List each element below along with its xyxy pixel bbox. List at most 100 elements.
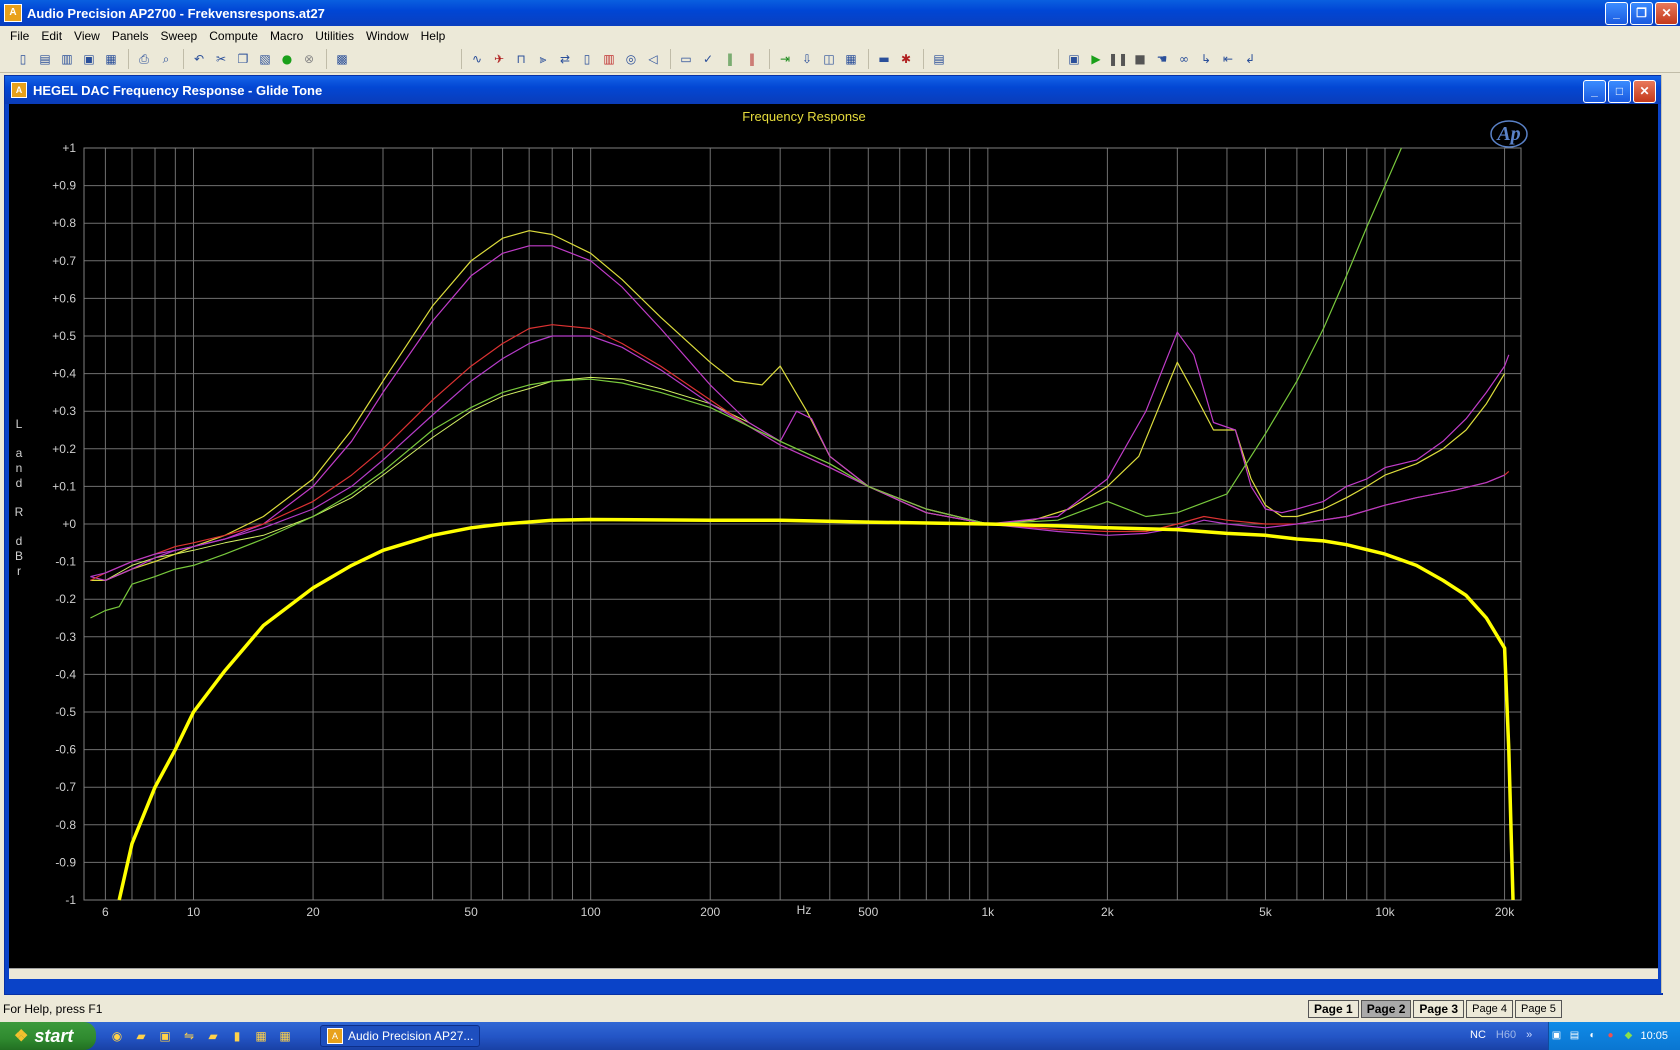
panel-icon[interactable]: ‖ [721,50,739,68]
h60-indicator[interactable]: H60 [1496,1029,1516,1041]
menu-help[interactable]: Help [415,29,452,43]
main-vertical-scrollbar[interactable] [1661,75,1680,993]
minimize-button[interactable]: _ [1605,2,1628,25]
windows-logo-icon: ❖ [14,1028,29,1045]
y-tick-label: +0 [62,517,76,531]
chart-icon[interactable]: ◫ [820,50,838,68]
filter-icon[interactable]: ⫸ [534,50,552,68]
menu-edit[interactable]: Edit [35,29,68,43]
x-tick-label: 50 [464,905,478,919]
glasses-icon[interactable]: ∞ [1175,50,1193,68]
menu-view[interactable]: View [68,29,106,43]
y-tick-label: -0.9 [55,855,76,869]
import-icon[interactable]: ⇥ [776,50,794,68]
print-preview-icon[interactable]: ⌕ [157,50,175,68]
page-5-tab[interactable]: Page 5 [1514,1000,1562,1018]
x-tick-label: 500 [858,905,878,919]
horizontal-scrollbar[interactable] [9,968,1658,979]
volume-tray-icon[interactable]: ◐ [1586,1030,1598,1042]
graph-minimize-button[interactable]: _ [1583,80,1606,103]
analyzer-icon[interactable]: ✈ [490,50,508,68]
undo-icon[interactable]: ↶ [190,50,208,68]
taskbar-item-audio-precision[interactable]: A Audio Precision AP27... [320,1025,480,1047]
signal-icon[interactable]: ✱ [897,50,915,68]
record-icon[interactable]: ⇤ [1219,50,1237,68]
bargraph-icon[interactable]: ▥ [600,50,618,68]
print-icon[interactable]: ⎙ [135,50,153,68]
expand-tray-icon[interactable]: » [1526,1029,1532,1041]
play-icon[interactable]: ▶ [1087,50,1105,68]
paste-icon[interactable]: ▧ [256,50,274,68]
restore-button[interactable]: ❐ [1630,2,1653,25]
y-tick-label: -0.7 [55,780,76,794]
sweep-icon[interactable]: ⇄ [556,50,574,68]
menu-panels[interactable]: Panels [106,29,155,43]
open-icon[interactable]: ▤ [36,50,54,68]
audio-precision-icon[interactable]: ▣ [156,1027,174,1045]
chart-x-axis-label: Hz [797,903,812,917]
network-icon[interactable]: ⇋ [180,1027,198,1045]
graph-window-icon[interactable]: A [11,82,27,98]
settling-icon[interactable]: ▯ [578,50,596,68]
clock[interactable]: 10:05 [1640,1030,1668,1042]
security-tray-icon[interactable]: ● [1604,1030,1616,1042]
stop-icon[interactable]: ⊗ [300,50,318,68]
notes-icon[interactable]: ▤ [930,50,948,68]
step-icon[interactable]: ↳ [1197,50,1215,68]
nvidia-tray-icon[interactable]: ◆ [1622,1030,1634,1042]
go-icon[interactable]: ● [278,50,296,68]
save-icon[interactable]: ▣ [80,50,98,68]
menu-file[interactable]: File [4,29,35,43]
menu-macro[interactable]: Macro [264,29,309,43]
pause-icon[interactable]: ❚❚ [1108,50,1128,68]
speaker-icon[interactable]: ◁ [644,50,662,68]
folder-icon[interactable]: ▰ [132,1027,150,1045]
open-test-icon[interactable]: ▥ [58,50,76,68]
display-tray-icon[interactable]: ▤ [1568,1030,1580,1042]
cut-icon[interactable]: ✂ [212,50,230,68]
language-indicator[interactable]: NC [1470,1029,1486,1041]
app-icon-2[interactable]: ▦ [276,1027,294,1045]
new-icon[interactable]: ▯ [14,50,32,68]
monitor-icon[interactable]: ▬ [875,50,893,68]
settings-icon[interactable]: ▩ [333,50,351,68]
graph-close-button[interactable]: ✕ [1633,80,1656,103]
frequency-response-graph[interactable]: +1 +0.9 +0.8 +0.7 +0.6 +0.5 +0.4 +0.3 +0.2 +0.1 +0… [9,104,1658,968]
page-1-tab[interactable]: Page 1 [1308,1000,1359,1018]
tool-icon[interactable]: ▮ [228,1027,246,1045]
page-icon[interactable]: ▣ [1065,50,1083,68]
meter-icon[interactable]: ◎ [622,50,640,68]
series-line [90,230,1506,581]
check-icon[interactable]: ✓ [699,50,717,68]
menu-compute[interactable]: Compute [203,29,264,43]
explorer-icon[interactable]: ▰ [204,1027,222,1045]
menu-sweep[interactable]: Sweep [155,29,204,43]
export-icon[interactable]: ⇩ [798,50,816,68]
generator-icon[interactable]: ⊓ [512,50,530,68]
equalizer-icon[interactable]: ‖ [743,50,761,68]
save-all-icon[interactable]: ▦ [102,50,120,68]
dcx-icon[interactable]: ▭ [677,50,695,68]
start-button[interactable]: ❖ start [0,1022,96,1050]
hand-icon[interactable]: ☚ [1153,50,1171,68]
graph-maximize-button[interactable]: □ [1608,80,1631,103]
menu-utilities[interactable]: Utilities [309,29,360,43]
copy-icon[interactable]: ❐ [234,50,252,68]
x-tick-label: 1k [981,905,995,919]
cursor-icon[interactable]: ↲ [1241,50,1259,68]
app-icon-1[interactable]: ▦ [252,1027,270,1045]
network-tray-icon[interactable]: ▣ [1550,1030,1562,1042]
menu-window[interactable]: Window [360,29,415,43]
close-button[interactable]: ✕ [1655,2,1678,25]
page-4-tab[interactable]: Page 4 [1466,1000,1513,1018]
system-tray: ▣ ▤ ◐ ● ◆ 10:05 [1548,1022,1680,1050]
page-3-tab[interactable]: Page 3 [1413,1000,1465,1018]
quick-launch: ◉ ▰ ▣ ⇋ ▰ ▮ ▦ ▦ [108,1027,294,1045]
page-2-tab[interactable]: Page 2 [1360,1000,1412,1018]
audio-precision-app-icon[interactable]: A [4,4,22,22]
table-icon[interactable]: ▦ [842,50,860,68]
stop-square-icon[interactable]: ■ [1131,50,1149,68]
x-tick-label: 20 [306,905,320,919]
graph-icon[interactable]: ∿ [468,50,486,68]
firefox-icon[interactable]: ◉ [108,1027,126,1045]
